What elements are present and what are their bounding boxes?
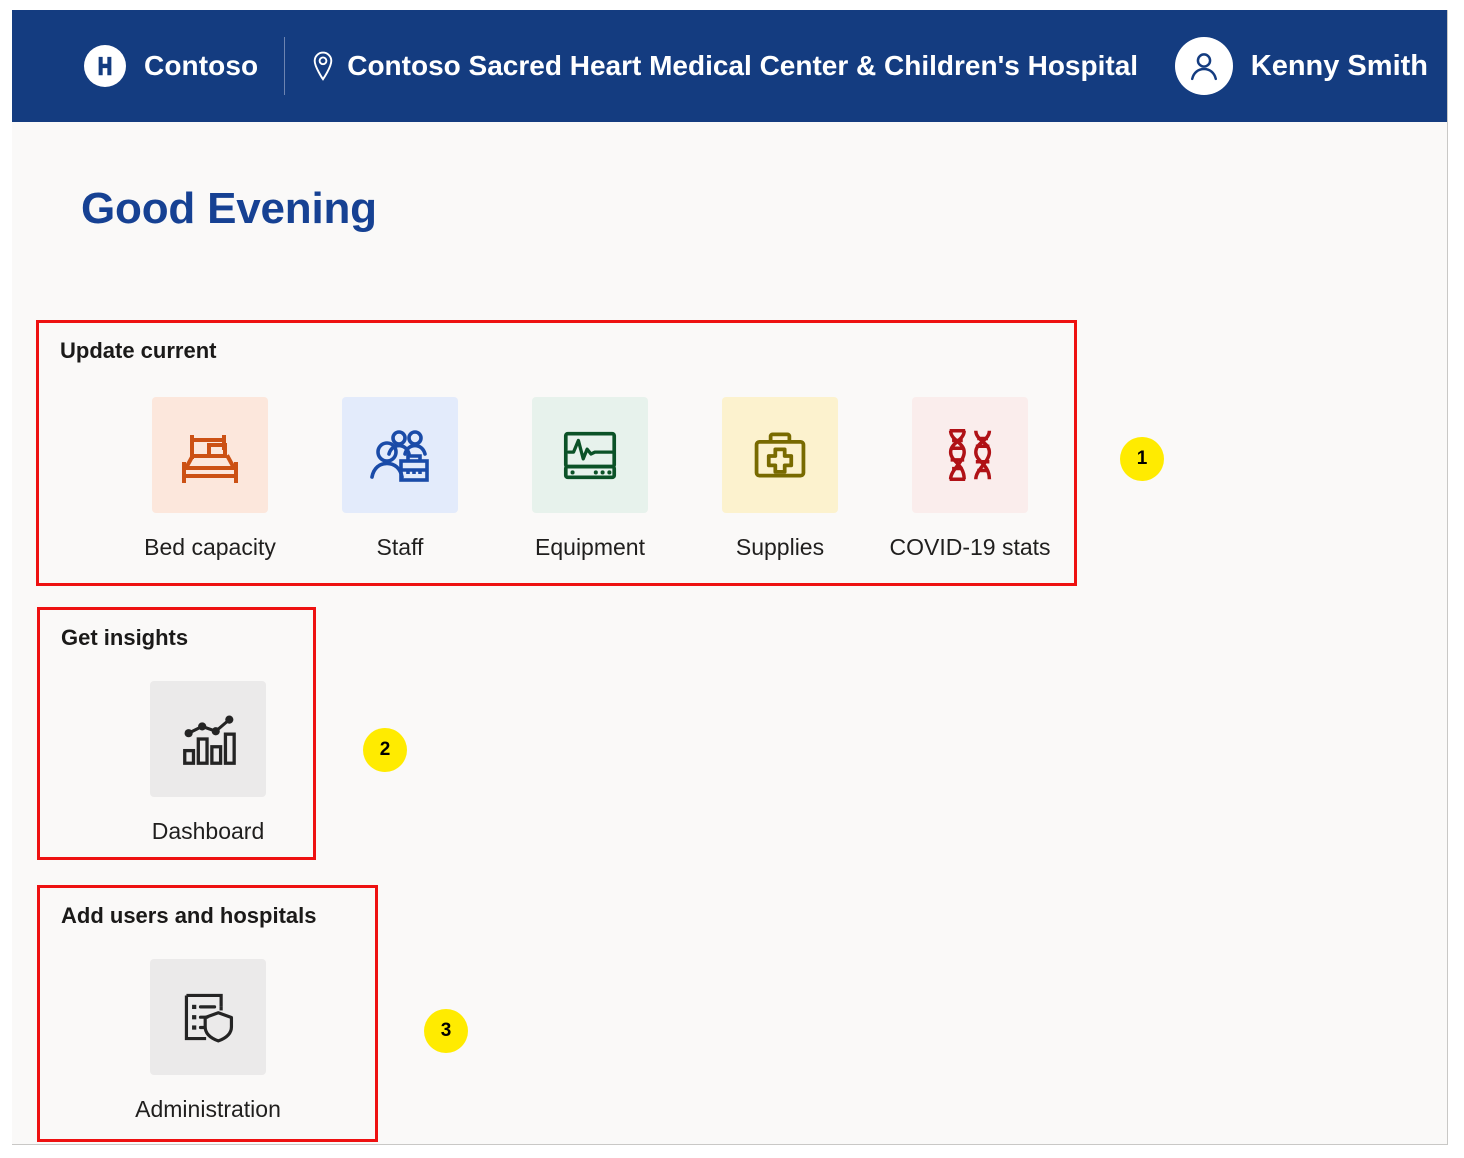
user-account-menu[interactable]: Kenny Smith [1174,37,1428,95]
tile-staff[interactable]: Staff [342,397,458,561]
tile-label: COVID-19 stats [889,534,1051,560]
tile-label: Supplies [735,534,825,560]
tile-label: Dashboard [151,818,265,844]
tile-label: Administration [135,1096,281,1122]
section-get-insights: Get insights Dashboard [37,607,316,860]
tile-administration[interactable]: Administration [135,959,281,1123]
staff-people-icon [342,397,458,513]
brand-name: Contoso [144,50,259,81]
location-pin-icon [311,51,335,81]
user-avatar-icon [1174,37,1233,95]
document-shield-icon [150,959,266,1075]
callout-badge-1: 1 [1120,437,1164,481]
app-window: Contoso Contoso Sacred Heart Medical Cen… [12,10,1448,1145]
bar-chart-trend-icon [150,681,266,797]
section-title-update-current: Update current [60,338,217,363]
brand-home-link[interactable]: Contoso [84,45,258,87]
top-navigation-bar: Contoso Contoso Sacred Heart Medical Cen… [12,10,1447,122]
tile-row-get-insights: Dashboard [40,681,266,845]
section-add-users-and-hospitals: Add users and hospitals Administration [37,885,378,1142]
tile-row-update-current: Bed capacity Staff Equipment Supplies CO… [39,397,1051,561]
tile-label: Staff [376,534,424,560]
page-title: Good Evening [81,184,377,233]
user-name: Kenny Smith [1250,49,1428,82]
site-selector[interactable]: Contoso Sacred Heart Medical Center & Ch… [311,50,1138,82]
hospital-h-logo-icon [84,45,126,87]
first-aid-kit-icon [722,397,838,513]
vitals-monitor-icon [532,397,648,513]
callout-badge-2: 2 [363,728,407,772]
dna-helix-icon [912,397,1028,513]
tile-covid-19-stats[interactable]: COVID-19 stats [889,397,1051,561]
tile-label: Equipment [535,534,645,560]
callout-badge-3: 3 [424,1009,468,1053]
tile-label: Bed capacity [144,534,276,560]
section-title-get-insights: Get insights [61,625,189,650]
bed-icon [152,397,268,513]
section-title-add-users-and-hospitals: Add users and hospitals [61,903,317,928]
screenshot-root: Contoso Contoso Sacred Heart Medical Cen… [0,0,1464,1158]
nav-divider [284,37,286,95]
tile-dashboard[interactable]: Dashboard [150,681,266,845]
section-update-current: Update current Bed capacity Staff Equipm… [36,320,1077,586]
tile-supplies[interactable]: Supplies [722,397,838,561]
page-body: Good Evening Update current Bed capacity… [12,122,1447,1144]
tile-bed-capacity[interactable]: Bed capacity [144,397,276,561]
tile-row-administration: Administration [40,959,281,1123]
tile-equipment[interactable]: Equipment [532,397,648,561]
site-name: Contoso Sacred Heart Medical Center & Ch… [347,50,1139,81]
